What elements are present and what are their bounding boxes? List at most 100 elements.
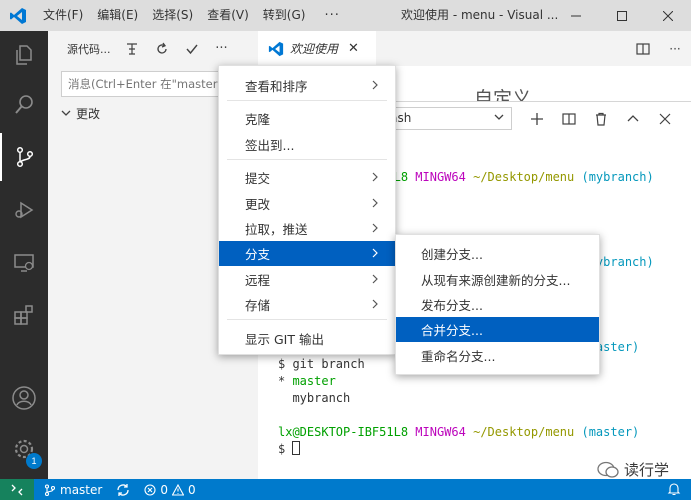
source-control-button[interactable]: [0, 133, 48, 181]
problems-indicator[interactable]: 0 0: [144, 482, 196, 497]
menu-view[interactable]: 查看(V): [200, 0, 256, 31]
terminal-line: mybranch: [278, 390, 654, 407]
watermark: 读行学: [597, 459, 669, 480]
terminal-text: ~/Desktop/menu: [473, 170, 575, 184]
minimize-button[interactable]: [553, 0, 599, 31]
menu-item-checkout[interactable]: 签出到...: [219, 132, 395, 157]
more-icon: ···: [669, 41, 681, 56]
menu-item-pull-push[interactable]: 拉取，推送: [219, 216, 395, 241]
error-icon: [144, 483, 156, 496]
menu-file[interactable]: 文件(F): [36, 0, 90, 31]
terminal-text: (mybranch): [574, 170, 654, 184]
chevron-down-icon: [61, 110, 71, 116]
extensions-button[interactable]: [0, 291, 48, 339]
terminal-text: ~/Desktop/menu: [473, 425, 575, 439]
view-as-list-icon[interactable]: [123, 40, 141, 58]
menu-item-commit[interactable]: 提交: [219, 165, 395, 190]
accounts-button[interactable]: [0, 374, 48, 422]
terminal-text: $ git branch: [278, 357, 365, 371]
warning-count: 0: [187, 482, 196, 497]
panel-actions: [526, 108, 676, 130]
notifications-button[interactable]: [667, 482, 681, 499]
menu-item-show-git-output[interactable]: 显示 GIT 输出: [219, 326, 395, 351]
editor-more-button[interactable]: ···: [659, 31, 691, 66]
close-icon: [659, 113, 671, 125]
watermark-text: 读行学: [624, 461, 670, 479]
menu-item-remote[interactable]: 远程: [219, 267, 395, 292]
search-button[interactable]: [0, 81, 48, 129]
trash-icon: [596, 112, 606, 126]
menu-item-label: 拉取，推送: [245, 222, 308, 237]
menu-item-changes[interactable]: 更改: [219, 191, 395, 216]
refresh-icon[interactable]: [153, 40, 171, 58]
menu-go[interactable]: 转到(G): [256, 0, 313, 31]
terminal-text: $: [278, 442, 293, 456]
tab-label: 欢迎使用: [290, 42, 339, 56]
menu-item-branch[interactable]: 分支: [219, 241, 395, 266]
remote-icon: [11, 484, 23, 495]
vscode-logo-icon: [0, 0, 36, 31]
split-editor-button[interactable]: [627, 31, 659, 66]
chevron-right-icon: [372, 172, 378, 182]
git-branch-icon: [44, 483, 56, 496]
sync-button[interactable]: [116, 483, 130, 497]
submenu-item-rename-branch[interactable]: 重命名分支...: [396, 343, 599, 368]
menu-item-view-sort[interactable]: 查看和排序: [219, 73, 395, 98]
chevron-right-icon: [372, 299, 378, 309]
branch-name: master: [60, 482, 103, 497]
menu-item-label: 远程: [245, 273, 271, 288]
maximize-button[interactable]: [599, 0, 645, 31]
git-context-menu: 查看和排序 克隆 签出到... 提交 更改 拉取，推送 分支 远程 存储 显示 …: [218, 65, 396, 355]
branch-indicator[interactable]: master: [44, 483, 102, 497]
menu-separator: [227, 159, 387, 160]
account-icon: [12, 386, 36, 410]
changes-group[interactable]: 更改: [60, 103, 100, 123]
commit-check-icon[interactable]: [183, 40, 201, 58]
split-terminal-button[interactable]: [558, 108, 580, 130]
sidebar-header: 源代码... ···: [48, 31, 258, 66]
run-debug-button[interactable]: [0, 186, 48, 234]
menu-item-label: 显示 GIT 输出: [245, 332, 324, 347]
close-window-button[interactable]: [645, 0, 691, 31]
remote-indicator[interactable]: [0, 479, 34, 500]
terminal-text: MINGW64: [415, 170, 466, 184]
tab-welcome[interactable]: 欢迎使用 ✕: [258, 31, 376, 66]
menu-item-clone[interactable]: 克隆: [219, 106, 395, 131]
search-icon: [15, 95, 33, 114]
sync-icon: [117, 483, 129, 496]
manage-button[interactable]: 1: [0, 425, 48, 473]
plus-icon: [531, 113, 543, 125]
menu-item-label: 存储: [245, 298, 271, 313]
tab-close-icon[interactable]: ✕: [348, 41, 359, 56]
menu-edit[interactable]: 编辑(E): [90, 0, 145, 31]
window-title: 欢迎使用 - menu - Visual ...: [401, 8, 559, 22]
submenu-item-create-branch[interactable]: 创建分支...: [396, 241, 599, 266]
title-bar: 文件(F) 编辑(E) 选择(S) 查看(V) 转到(G) ··· 欢迎使用 -…: [0, 0, 691, 31]
remote-explorer-button[interactable]: [0, 239, 48, 287]
menu-separator: [227, 100, 387, 101]
split-terminal-icon: [562, 113, 576, 125]
maximize-icon: [617, 10, 627, 21]
terminal-line: * master: [278, 373, 654, 390]
menu-more-button[interactable]: ···: [312, 8, 351, 23]
menu-separator: [227, 319, 387, 320]
more-actions-icon[interactable]: ···: [213, 40, 231, 58]
submenu-item-create-branch-from[interactable]: 从现有来源创建新的分支...: [396, 267, 599, 292]
chevron-right-icon: [372, 223, 378, 233]
submenu-item-publish-branch[interactable]: 发布分支...: [396, 292, 599, 317]
explorer-button[interactable]: [0, 31, 48, 79]
close-panel-button[interactable]: [654, 108, 676, 130]
source-control-icon: [16, 146, 34, 168]
submenu-item-merge-branch[interactable]: 合并分支...: [396, 317, 599, 342]
menu-selection[interactable]: 选择(S): [145, 0, 200, 31]
editor-actions: ···: [627, 31, 691, 66]
menu-item-label: 更改: [245, 197, 271, 212]
remote-explorer-icon: [14, 254, 34, 272]
menu-item-stash[interactable]: 存储: [219, 292, 395, 317]
terminal-text: mybranch: [278, 391, 351, 405]
new-terminal-button[interactable]: [526, 108, 548, 130]
chevron-right-icon: [372, 198, 378, 208]
kill-terminal-button[interactable]: [590, 108, 612, 130]
menu-item-label: 签出到...: [245, 138, 295, 153]
maximize-panel-button[interactable]: [622, 108, 644, 130]
